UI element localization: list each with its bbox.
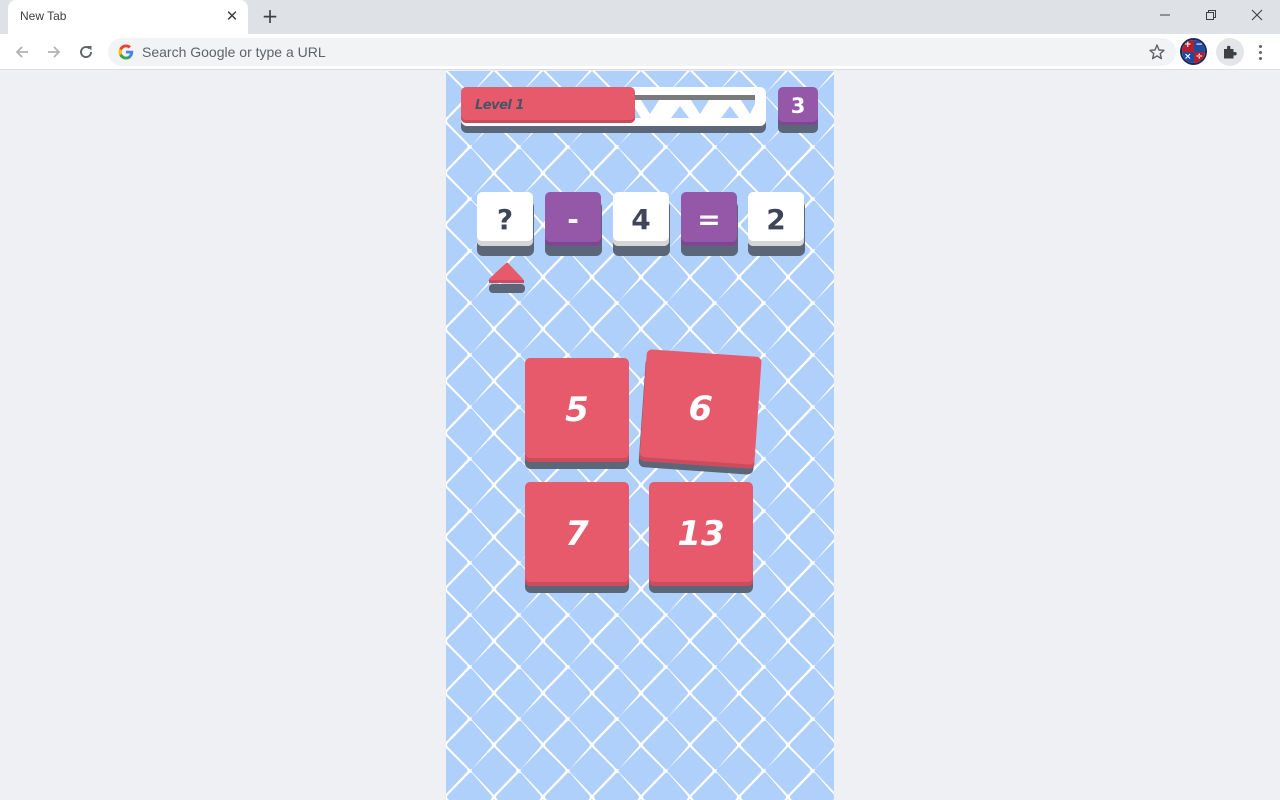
number-card[interactable]: 7 — [525, 482, 629, 586]
math-extension-icon[interactable]: + − × ÷ — [1180, 38, 1207, 65]
reload-icon — [80, 46, 92, 58]
tab-new-tab[interactable]: New Tab ✕ — [8, 0, 248, 34]
puzzle-icon — [1224, 45, 1237, 59]
menu-dot-icon — [1258, 44, 1262, 48]
menu-dot-icon — [1258, 50, 1262, 54]
game-canvas[interactable]: Level 1 3 ? - 4 = 2 5 6 7 13 — [446, 71, 834, 800]
tab-strip: New Tab ✕ + — [0, 0, 1280, 34]
close-tab-icon[interactable]: ✕ — [224, 8, 240, 24]
equation-number: 4 — [613, 192, 669, 246]
equation-unknown-slot[interactable]: ? — [477, 192, 533, 246]
minimize-button[interactable] — [1142, 0, 1188, 30]
number-card[interactable]: 5 — [525, 358, 629, 462]
slot-pointer-arrow-icon — [488, 262, 525, 293]
extensions-button[interactable] — [1216, 38, 1244, 66]
level-label: Level 1 — [475, 98, 524, 113]
back-button[interactable] — [10, 40, 34, 64]
number-card[interactable]: 13 — [649, 482, 753, 586]
close-icon — [1251, 9, 1263, 21]
reload-button[interactable] — [74, 40, 98, 64]
equation-operator-minus: - — [545, 192, 601, 246]
close-window-button[interactable] — [1234, 0, 1280, 30]
divide-symbol: ÷ — [1193, 51, 1205, 63]
arrow-right-icon — [48, 46, 61, 58]
address-bar[interactable]: Search Google or type a URL — [108, 38, 1176, 66]
plus-symbol: + — [1182, 40, 1194, 52]
minimize-icon — [1160, 14, 1170, 16]
restore-icon — [1206, 10, 1216, 20]
arrow-left-icon — [15, 46, 28, 58]
times-symbol: × — [1182, 51, 1194, 63]
tab-title: New Tab — [20, 9, 67, 23]
browser-menu-button[interactable] — [1254, 40, 1266, 64]
bookmark-star-icon[interactable] — [1148, 43, 1166, 61]
minus-symbol: − — [1193, 40, 1205, 52]
number-card-lifted[interactable]: 6 — [639, 349, 762, 469]
google-icon — [118, 44, 134, 60]
restore-button[interactable] — [1188, 0, 1234, 30]
address-bar-placeholder: Search Google or type a URL — [142, 44, 326, 60]
menu-dot-icon — [1258, 56, 1262, 60]
progress-bar-inner-border — [635, 95, 755, 118]
equation-operator-equals: = — [681, 192, 737, 246]
browser-toolbar: Search Google or type a URL — [0, 34, 1280, 70]
equation-result: 2 — [748, 192, 804, 246]
new-tab-button[interactable]: + — [260, 6, 280, 26]
forward-button[interactable] — [42, 40, 66, 64]
moves-counter: 3 — [778, 87, 818, 125]
